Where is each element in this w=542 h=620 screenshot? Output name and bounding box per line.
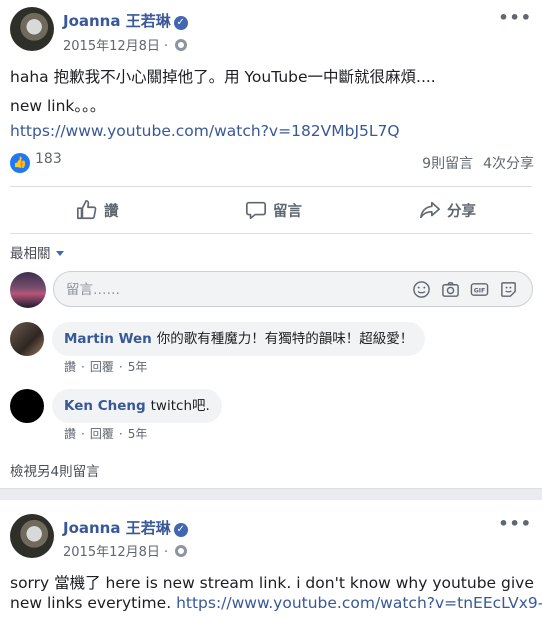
globe-icon (175, 545, 188, 557)
comment-reply-link[interactable]: 回覆 (90, 427, 114, 441)
globe-icon (175, 39, 188, 51)
chevron-down-icon (55, 251, 64, 256)
post-author[interactable]: Joanna 王若琳 ✓ (63, 10, 188, 31)
comment-input[interactable] (66, 279, 396, 301)
camera-icon[interactable] (441, 280, 460, 299)
more-options-icon[interactable]: ••• (498, 514, 532, 533)
gif-icon[interactable]: GIF (470, 280, 489, 299)
divider (10, 186, 532, 187)
post-meta: 2015年12月8日 · (63, 541, 188, 560)
comment-like-link[interactable]: 讚 (64, 427, 76, 441)
reaction-summary[interactable]: 👍 183 (10, 151, 62, 173)
comment-actions: 讚 · 回覆 · 5年 (64, 427, 148, 441)
thumbs-up-icon (77, 200, 97, 220)
post-card: Joanna 王若琳 ✓ 2015年12月8日 · ••• sorry 當機了 h… (0, 500, 542, 620)
like-reaction-icon: 👍 (10, 153, 30, 173)
post-text-line: new links everytime. https://www.youtube… (10, 594, 542, 612)
post-link[interactable]: https://www.youtube.com/watch?v=182VMbJ5… (10, 122, 400, 140)
comment-bubble: Martin Wen 你的歌有種魔力！有獨特的韻味！超級愛！ (52, 322, 426, 356)
comment-button[interactable]: 留言 (245, 196, 302, 224)
post-date[interactable]: 2015年12月8日 (63, 39, 160, 54)
commenter-name[interactable]: Ken Cheng (64, 398, 146, 414)
commenter-avatar[interactable] (10, 322, 44, 356)
comment-count[interactable]: 9則留言 (422, 156, 473, 172)
commenter-name[interactable]: Martin Wen (64, 331, 152, 347)
comment-age[interactable]: 5年 (128, 360, 148, 374)
post-text-line: haha 抱歉我不小心關掉他了。用 YouTube一中斷就很麻煩.... (10, 68, 436, 86)
comment-like-link[interactable]: 讚 (64, 360, 76, 374)
post-meta: 2015年12月8日 · (63, 35, 188, 54)
engagement-counts: 9則留言 4次分享 (422, 153, 534, 173)
commenter-avatar[interactable] (10, 389, 44, 423)
composer-tools: GIF (412, 280, 518, 299)
comment-reply-link[interactable]: 回覆 (90, 360, 114, 374)
sticker-icon[interactable] (499, 280, 518, 299)
verified-icon: ✓ (173, 16, 188, 30)
comment-text: 你的歌有種魔力！有獨特的韻味！超級愛！ (156, 331, 414, 347)
post-author[interactable]: Joanna 王若琳 ✓ (63, 517, 188, 538)
share-count[interactable]: 4次分享 (483, 156, 534, 172)
share-icon (420, 201, 440, 219)
current-user-avatar (10, 272, 46, 308)
post-link[interactable]: https://www.youtube.com/watch?v=tnEEcLVx… (176, 594, 542, 612)
sort-label: 最相關 (10, 246, 51, 262)
comment-bubble: Ken Cheng twitch吧. (52, 389, 222, 423)
comment-age[interactable]: 5年 (128, 427, 148, 441)
share-button[interactable]: 分享 (419, 196, 476, 224)
view-more-comments-link[interactable]: 檢視另4則留言 (10, 460, 100, 480)
post-date[interactable]: 2015年12月8日 (63, 545, 160, 560)
emoji-icon[interactable] (412, 280, 431, 299)
like-button[interactable]: 讚 (76, 196, 119, 224)
svg-text:GIF: GIF (474, 287, 486, 294)
comment-text: twitch吧. (150, 398, 210, 414)
comment-label: 留言 (273, 203, 302, 220)
comment-actions: 讚 · 回覆 · 5年 (64, 360, 148, 374)
comment-composer[interactable]: GIF (53, 271, 533, 307)
comment-sort-dropdown[interactable]: 最相關 (10, 242, 64, 262)
author-avatar[interactable] (10, 514, 54, 558)
like-count: 183 (35, 151, 62, 167)
post-text-line: sorry 當機了 here is new stream link. i don… (10, 574, 534, 592)
like-label: 讚 (104, 203, 119, 220)
post-card: Joanna 王若琳 ✓ 2015年12月8日 · ••• haha 抱歉我不小心… (0, 0, 542, 488)
divider (10, 233, 532, 234)
share-label: 分享 (447, 203, 476, 220)
verified-icon: ✓ (173, 523, 188, 537)
feed-separator (0, 488, 542, 500)
post-text: new links everytime. (10, 594, 172, 612)
post-text-line: new link。。。 (10, 97, 106, 115)
author-avatar[interactable] (10, 7, 54, 51)
comment-icon (246, 201, 266, 220)
more-options-icon[interactable]: ••• (498, 8, 532, 27)
